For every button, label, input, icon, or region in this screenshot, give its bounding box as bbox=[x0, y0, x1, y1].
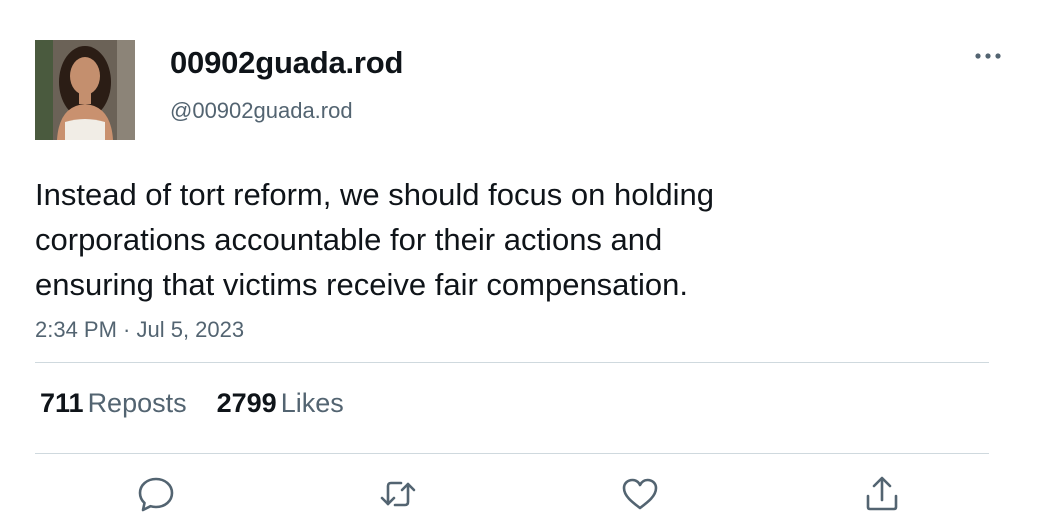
tweet-text-line: Instead of tort reform, we should focus … bbox=[35, 177, 714, 212]
engagement-stats: 711 Reposts 2799 Likes bbox=[40, 388, 374, 419]
tweet-text: Instead of tort reform, we should focus … bbox=[35, 172, 855, 307]
divider bbox=[35, 453, 989, 454]
share-button[interactable] bbox=[862, 474, 902, 514]
likes-count: 2799 bbox=[216, 388, 277, 418]
likes-stat[interactable]: 2799 Likes bbox=[217, 388, 344, 419]
avatar[interactable] bbox=[35, 40, 135, 140]
likes-label: Likes bbox=[280, 388, 344, 418]
tweet-text-line: corporations accountable for their actio… bbox=[35, 222, 663, 257]
repost-button[interactable] bbox=[378, 474, 418, 514]
tweet-text-line: ensuring that victims receive fair compe… bbox=[35, 267, 689, 302]
reposts-count: 711 bbox=[40, 388, 84, 418]
divider bbox=[35, 362, 989, 363]
user-handle[interactable]: @00902guada.rod bbox=[170, 98, 353, 124]
reposts-stat[interactable]: 711 Reposts bbox=[40, 388, 187, 419]
more-horizontal-icon bbox=[975, 53, 1001, 59]
reply-icon bbox=[138, 477, 174, 512]
heart-icon bbox=[622, 478, 658, 510]
like-button[interactable] bbox=[620, 474, 660, 514]
repost-icon bbox=[380, 481, 416, 507]
share-icon bbox=[866, 476, 898, 511]
tweet-timestamp[interactable]: 2:34 PM · Jul 5, 2023 bbox=[35, 317, 244, 343]
display-name[interactable]: 00902guada.rod bbox=[170, 45, 403, 81]
reply-button[interactable] bbox=[136, 474, 176, 514]
reposts-label: Reposts bbox=[87, 388, 187, 418]
more-options-button[interactable] bbox=[968, 40, 1008, 70]
